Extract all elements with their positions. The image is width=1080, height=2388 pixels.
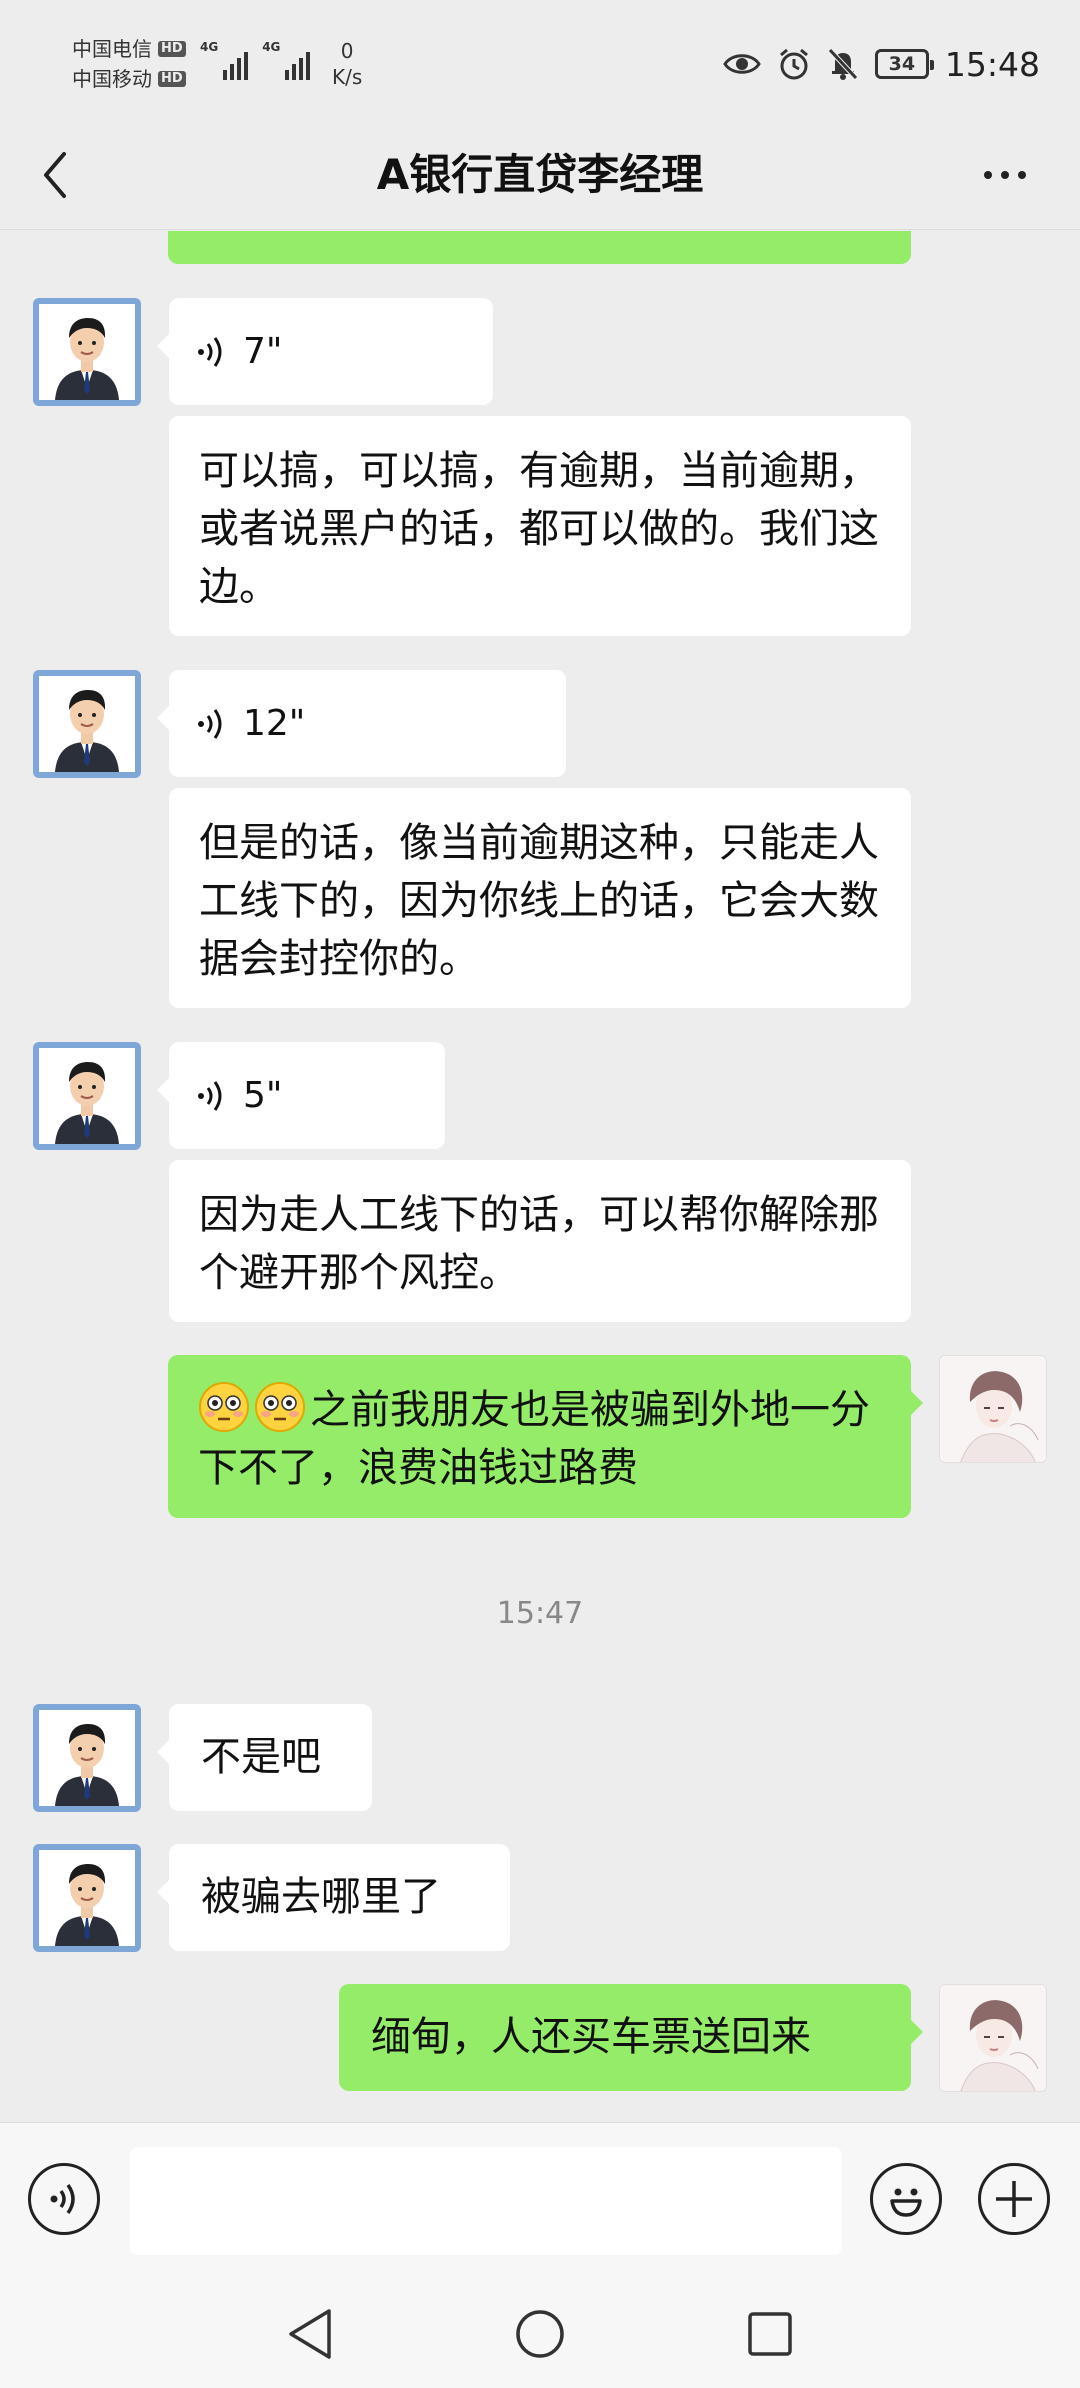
mute-bell-icon [827,47,859,81]
message-text: 不是吧 [201,1734,321,1780]
voice-wave-icon [198,1080,222,1111]
message-text: 因为走人工线下的话，可以帮你解除那个避开那个风控。 [199,1192,879,1296]
message-text: 缅甸，人还买车票送回来 [371,2014,811,2060]
status-right-group: 34 15:48 [723,40,1040,88]
voice-message[interactable]: 5" [157,1042,445,1149]
chat-header: A银行直贷李经理 [0,120,1080,230]
message-bubble-incoming[interactable]: 可以搞，可以搞，有逾期，当前逾期，或者说黑户的话，都可以做的。我们这边。 [169,416,911,636]
emoji-icon [890,2188,922,2217]
flushed-emoji-icon [199,1382,249,1432]
avatar[interactable] [33,1704,141,1812]
voice-wave-icon [198,336,222,367]
system-recents-button[interactable] [742,2306,798,2362]
chat-title: A银行直贷李经理 [376,150,704,199]
avatar[interactable] [33,1042,141,1150]
message-bubble-outgoing[interactable]: 缅甸，人还买车票送回来 [339,1984,923,2091]
message-text: 但是的话，像当前逾期这种，只能走人工线下的，因为你线上的话，它会大数据会封控你的… [199,820,879,982]
plus-button[interactable] [978,2163,1050,2235]
message-bubble-incoming[interactable]: 但是的话，像当前逾期这种，只能走人工线下的，因为你线上的话，它会大数据会封控你的… [169,788,911,1008]
voice-duration: 12" [243,702,306,744]
chevron-left-icon [44,152,66,198]
more-button[interactable] [970,140,1040,210]
message-bubble-incoming[interactable]: 被骗去哪里了 [157,1844,510,1951]
message-timestamp: 15:47 [496,1596,584,1631]
network-speed-unit: K/s [332,65,363,89]
input-bar [0,2122,1080,2278]
signal-indicators: 4G 4G [200,40,311,80]
message-bubble-outgoing[interactable]: 之前我朋友也是被骗到外地一分下不了，浪费油钱过路费 [168,1355,923,1518]
carrier-info: 中国电信 HD 中国移动 HD [72,34,186,94]
voice-mode-button[interactable] [28,2163,100,2235]
signal-icon: 4G [200,40,249,80]
network-speed: 0 K/s [332,38,362,90]
network-speed-value: 0 [340,39,354,63]
avatar[interactable] [33,670,141,778]
carrier-2-label: 中国移动 [72,67,152,91]
my-avatar[interactable] [939,1984,1047,2092]
hd-badge: HD [158,71,186,87]
avatar[interactable] [33,1844,141,1952]
flushed-emoji-icon [255,1382,305,1432]
battery-level: 34 [888,53,916,75]
voice-message[interactable]: 12" [157,670,566,777]
back-button[interactable] [40,140,110,210]
eye-icon [723,50,761,78]
avatar[interactable] [33,298,141,406]
home-circle-icon [516,2310,564,2358]
voice-mode-icon [50,2183,75,2215]
signal-icon: 4G [262,40,311,80]
system-home-button[interactable] [512,2306,568,2362]
message-bubble-outgoing[interactable] [168,231,911,264]
message-bubble-incoming[interactable]: 不是吧 [157,1704,372,1811]
message-input[interactable] [130,2147,842,2255]
more-dots-icon [984,171,1026,179]
back-triangle-icon [289,2309,331,2359]
message-bubble-incoming[interactable]: 因为走人工线下的话，可以帮你解除那个避开那个风控。 [169,1160,911,1322]
my-avatar[interactable] [939,1355,1047,1463]
voice-duration: 5" [243,1074,283,1116]
system-back-button[interactable] [282,2306,338,2362]
recents-square-icon [748,2312,792,2356]
battery-icon: 34 [874,49,934,79]
voice-duration: 7" [243,330,283,372]
system-navigation-bar [0,2278,1080,2388]
status-bar: 中国电信 HD 中国移动 HD 4G 4G 0 K/s 34 15:48 [0,0,1080,120]
message-text: 可以搞，可以搞，有逾期，当前逾期，或者说黑户的话，都可以做的。我们这边。 [199,448,879,610]
network-type-label: 4G [200,40,219,54]
status-time: 15:48 [944,44,1040,84]
hd-badge: HD [158,41,186,57]
message-list[interactable]: 7" 可以搞，可以搞，有逾期，当前逾期，或者说黑户的话，都可以做的。我们这边。 … [0,231,1080,2122]
carrier-1-label: 中国电信 [72,37,152,61]
network-type-label: 4G [262,40,281,54]
emoji-button[interactable] [870,2163,942,2235]
voice-wave-icon [198,708,222,739]
plus-icon [996,2181,1032,2217]
voice-message[interactable]: 7" [157,298,493,405]
message-text: 被骗去哪里了 [201,1874,441,1920]
alarm-icon [777,47,811,81]
